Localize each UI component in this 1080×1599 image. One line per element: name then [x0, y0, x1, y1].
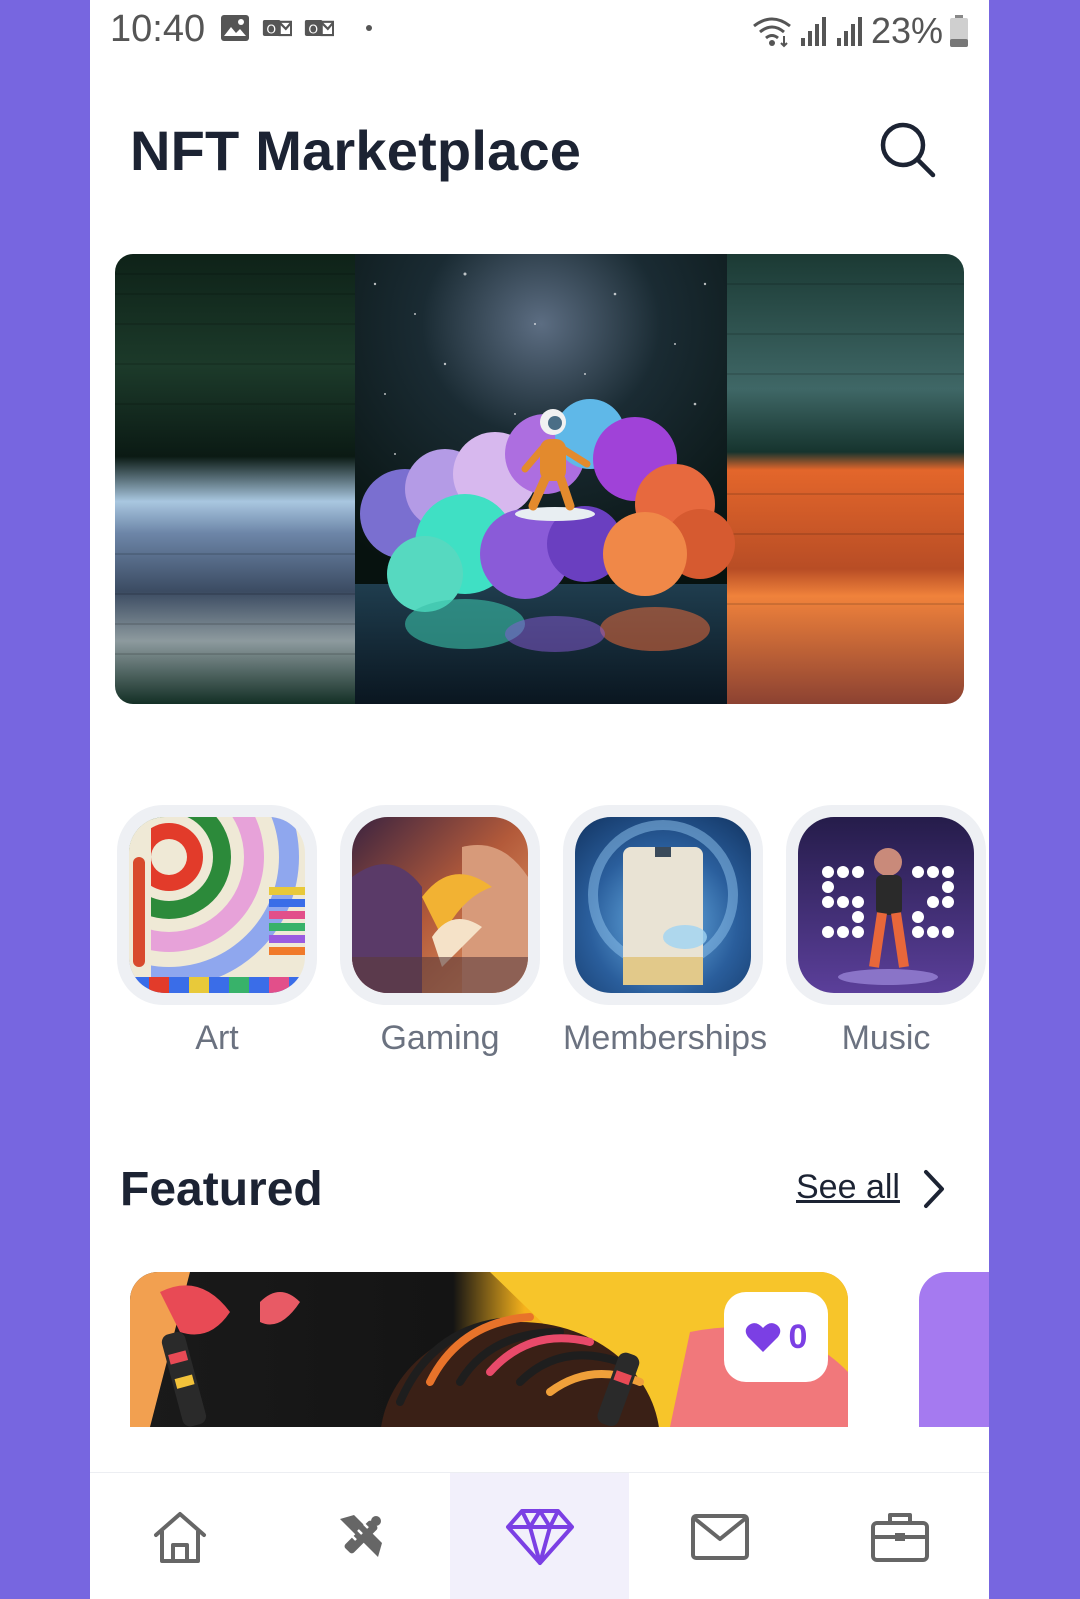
mail-notification-icon-2: O	[304, 20, 334, 36]
phone-screen: 10:40 O O 23% NFT Marketplace Art Gaming…	[90, 0, 989, 1599]
diamond-icon	[505, 1508, 574, 1565]
nav-wallet[interactable]	[810, 1473, 989, 1599]
tools-icon	[339, 1514, 382, 1557]
chevron-right-icon[interactable]	[918, 1168, 948, 1210]
music-thumbnail	[798, 817, 974, 993]
like-button[interactable]: 0	[724, 1292, 828, 1382]
category-music-thumb	[786, 805, 986, 1005]
status-time: 10:40	[110, 8, 206, 50]
search-icon[interactable]	[878, 120, 938, 180]
heart-icon	[745, 1323, 780, 1352]
battery-icon	[950, 15, 968, 47]
notification-icons: O O	[220, 14, 372, 42]
page-title: NFT Marketplace	[130, 119, 582, 182]
category-gaming-thumb	[340, 805, 540, 1005]
status-right: 23%	[751, 10, 969, 52]
briefcase-icon	[870, 1512, 929, 1562]
wifi-icon	[753, 17, 791, 48]
home-icon	[153, 1511, 206, 1563]
svg-text:O: O	[266, 22, 276, 36]
battery-percent: 23%	[870, 10, 943, 51]
gallery-icon	[221, 15, 249, 41]
mail-icon	[690, 1513, 749, 1560]
hero-banner[interactable]	[115, 254, 964, 704]
category-memberships[interactable]: Memberships	[563, 805, 768, 1058]
category-list: Art Gaming Memberships Music	[90, 805, 989, 1065]
category-art[interactable]: Art	[117, 805, 317, 1058]
category-music[interactable]: Music	[786, 805, 986, 1058]
mail-notification-icon: O	[262, 20, 292, 36]
memberships-thumbnail	[575, 817, 751, 993]
status-bar: 10:40 O O 23%	[90, 0, 989, 62]
svg-text:O: O	[308, 22, 318, 36]
hero-artwork	[115, 254, 964, 704]
category-label: Memberships	[563, 1019, 768, 1057]
see-all-link[interactable]: See all	[796, 1168, 900, 1207]
like-count: 0	[788, 1317, 808, 1356]
nav-messages[interactable]	[630, 1473, 809, 1599]
category-label: Music	[841, 1019, 931, 1057]
featured-title: Featured	[120, 1163, 323, 1216]
nav-home[interactable]	[90, 1473, 269, 1599]
featured-card-next[interactable]	[919, 1272, 989, 1427]
art-thumbnail	[129, 817, 305, 993]
signal-icon-2	[836, 17, 862, 46]
category-label: Art	[195, 1019, 239, 1057]
gaming-thumbnail	[352, 817, 528, 993]
bottom-nav	[90, 1472, 989, 1599]
category-art-thumb	[117, 805, 317, 1005]
category-memberships-thumb	[563, 805, 763, 1005]
more-notifications-dot	[366, 25, 372, 31]
nav-tools[interactable]	[270, 1473, 449, 1599]
signal-icon	[800, 17, 826, 46]
category-gaming[interactable]: Gaming	[340, 805, 540, 1058]
category-label: Gaming	[380, 1019, 500, 1057]
nav-marketplace[interactable]	[450, 1473, 629, 1599]
